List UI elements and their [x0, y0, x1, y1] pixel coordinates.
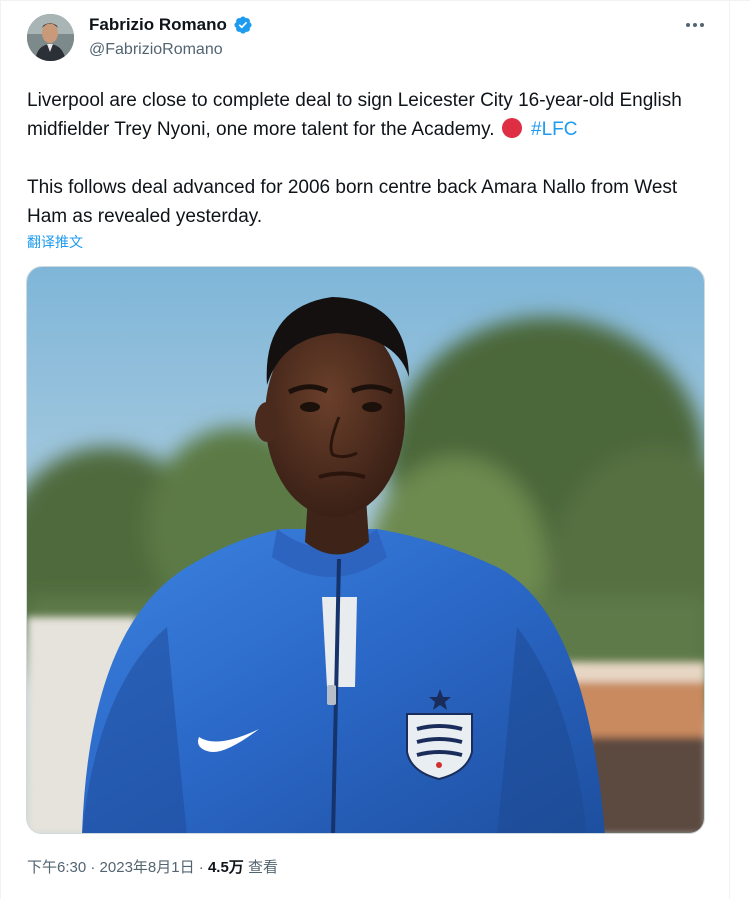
- hashtag-link[interactable]: #LFC: [531, 119, 577, 140]
- more-options-icon[interactable]: [683, 13, 707, 37]
- display-name[interactable]: Fabrizio Romano: [89, 15, 227, 35]
- red-circle-emoji-icon: [501, 118, 522, 138]
- separator-dot: ·: [86, 859, 100, 876]
- frame-border-right: [729, 0, 730, 899]
- views-count: 4.5万: [207, 859, 244, 876]
- tweet-meta: 下午6:30 · 2023年8月1日 · 4.5万 查看: [27, 856, 278, 877]
- frame-border-top: [0, 0, 750, 1]
- tweet-paragraph-1: Liverpool are close to complete deal to …: [27, 86, 717, 144]
- tweet-media-image[interactable]: [26, 266, 705, 834]
- player-photo: [27, 267, 704, 833]
- tweet-date[interactable]: 2023年8月1日: [100, 859, 195, 876]
- views-label: 查看: [247, 859, 278, 876]
- tweet-text: Liverpool are close to complete deal to …: [27, 86, 717, 231]
- translate-tweet-link[interactable]: 翻译推文: [27, 232, 83, 252]
- tweet-text-line1: Liverpool are close to complete deal to …: [27, 90, 682, 140]
- tweet-paragraph-2: This follows deal advanced for 2006 born…: [27, 177, 678, 227]
- tweet-time[interactable]: 下午6:30: [27, 859, 86, 876]
- avatar[interactable]: [27, 14, 74, 61]
- separator-dot: ·: [194, 859, 208, 876]
- verified-badge-icon: [234, 16, 252, 34]
- frame-border-left: [0, 0, 1, 899]
- avatar-image: [27, 14, 74, 61]
- author-handle[interactable]: @FabrizioRomano: [89, 41, 223, 59]
- author-name-row: Fabrizio Romano: [89, 15, 253, 35]
